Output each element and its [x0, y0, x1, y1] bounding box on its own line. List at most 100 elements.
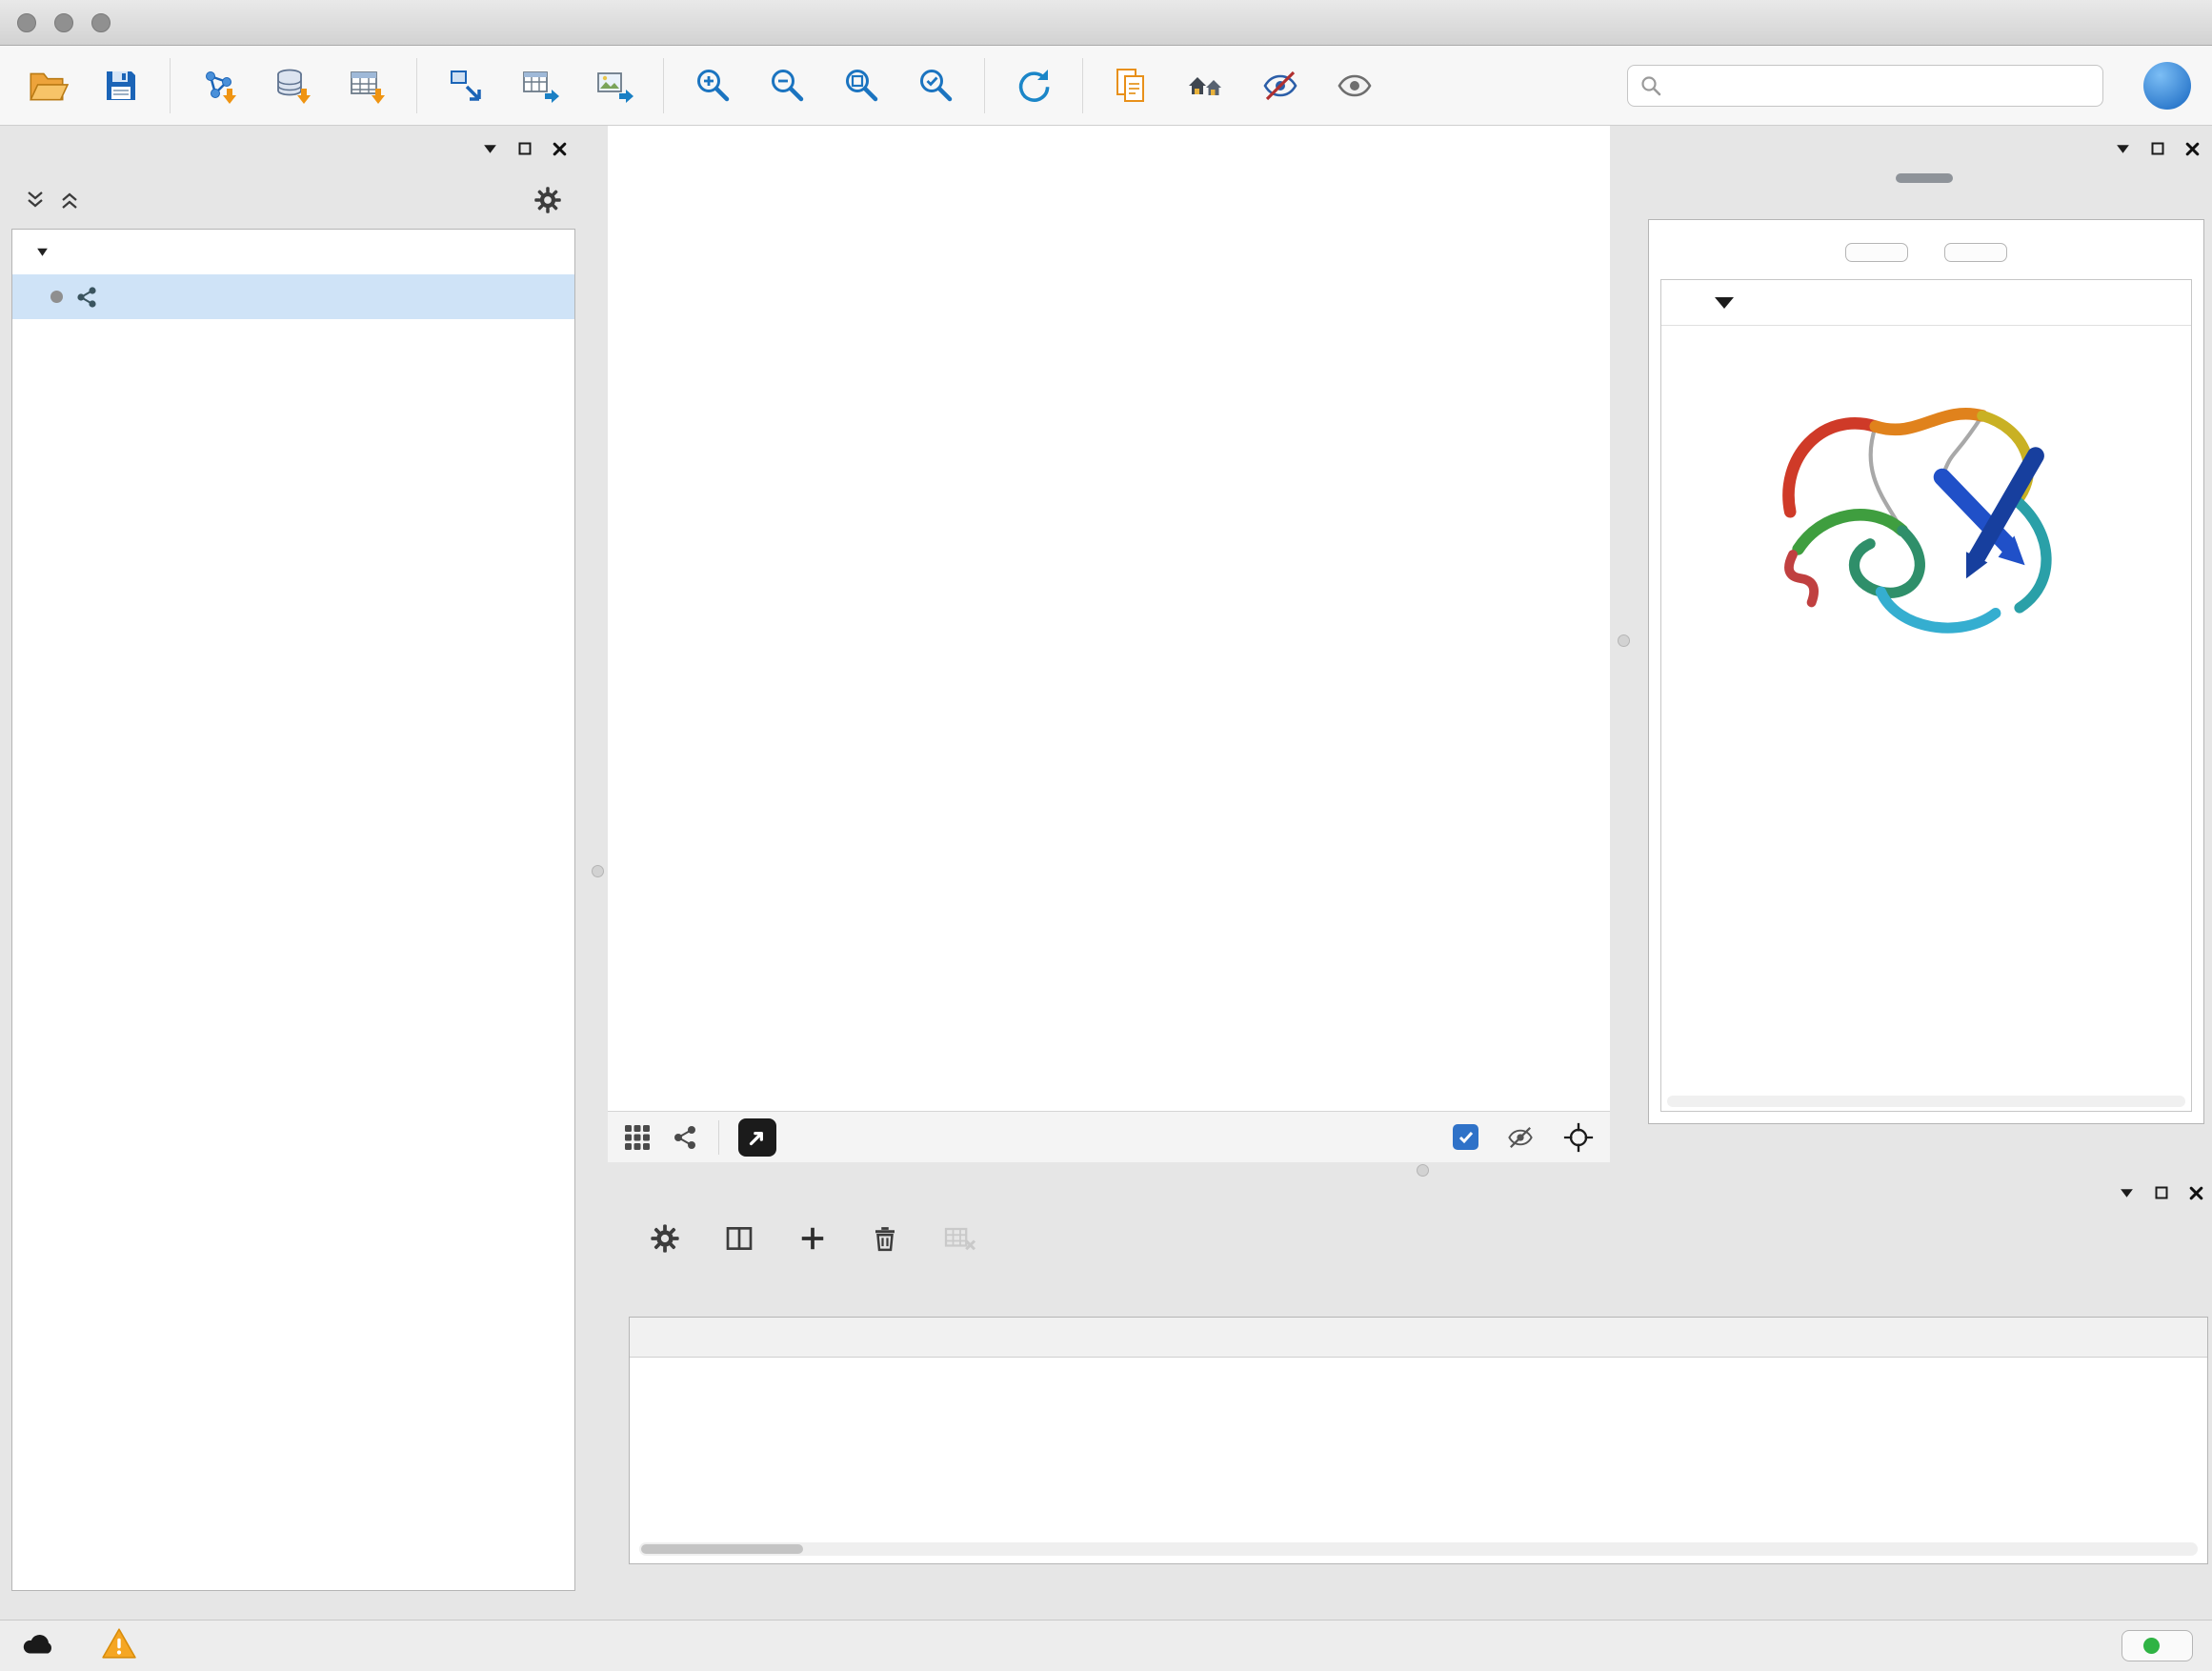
collapse-panel-icon[interactable] — [482, 141, 498, 157]
gene-description — [1661, 326, 2191, 341]
network-row-selected[interactable] — [12, 274, 574, 319]
save-session-button[interactable] — [95, 58, 147, 113]
expand-all-networks-icon[interactable] — [59, 190, 80, 215]
fit-move-button[interactable] — [1562, 1121, 1595, 1154]
open-session-button[interactable] — [21, 58, 72, 113]
protein-structure-image — [1749, 354, 2103, 674]
export-table-icon — [519, 65, 561, 107]
save-icon — [100, 65, 142, 107]
export-network-button[interactable] — [440, 58, 492, 113]
minimize-window-button[interactable] — [54, 13, 73, 32]
delete-column-icon[interactable] — [871, 1224, 899, 1253]
close-panel-icon[interactable] — [2184, 141, 2201, 157]
memory-button[interactable] — [2122, 1630, 2193, 1661]
table-settings-gear-icon[interactable] — [650, 1223, 680, 1254]
string-results-box — [1648, 219, 2204, 1124]
selection-checkbox[interactable] — [1453, 1124, 1478, 1150]
float-panel-icon[interactable] — [2150, 141, 2165, 156]
export-table-button[interactable] — [514, 58, 566, 113]
network-overview-button[interactable] — [671, 1123, 699, 1152]
search-box[interactable] — [1627, 65, 2103, 107]
collapse-panel-icon[interactable] — [2115, 141, 2131, 157]
glasses-off-icon — [1259, 65, 1301, 107]
refresh-icon — [1013, 65, 1055, 107]
current-network-bullet-icon — [50, 291, 63, 303]
collapse-all-networks-icon[interactable] — [25, 190, 46, 215]
close-panel-icon[interactable] — [2188, 1185, 2204, 1201]
tree-caret-icon — [35, 245, 50, 259]
memory-status-dot — [2143, 1638, 2160, 1654]
import-network-icon — [198, 65, 240, 107]
import-network-from-database-button[interactable] — [268, 58, 319, 113]
open-folder-icon — [25, 64, 69, 108]
network-canvas[interactable] — [608, 126, 1610, 1111]
results-panel — [1640, 131, 2208, 1124]
table-panel — [608, 1174, 2212, 1620]
search-input[interactable] — [1672, 74, 2091, 96]
application-window — [0, 0, 2212, 1671]
zoom-fit-button[interactable] — [835, 58, 887, 113]
copy-document-icon — [1111, 65, 1153, 107]
zoom-window-button[interactable] — [91, 13, 111, 32]
collapse-all-button[interactable] — [1944, 243, 2007, 262]
card-scrollbar[interactable] — [1667, 1096, 2185, 1107]
float-panel-icon[interactable] — [2154, 1185, 2169, 1200]
table-panel-header — [608, 1174, 2212, 1212]
network-collection-row[interactable] — [12, 230, 574, 274]
table-toolbar — [608, 1212, 2212, 1265]
toolbar-separator — [170, 58, 171, 113]
control-panel — [11, 131, 575, 1591]
node-details-header[interactable] — [1661, 280, 2191, 326]
results-panel-header — [1640, 131, 2208, 166]
refresh-button[interactable] — [1008, 58, 1059, 113]
statusbar-separator — [718, 1120, 719, 1155]
export-network-icon — [445, 65, 487, 107]
string-home-button[interactable] — [1180, 58, 1232, 113]
import-network-button[interactable] — [193, 58, 245, 113]
cloud-icon[interactable] — [19, 1629, 59, 1662]
glass-effect-off-button[interactable] — [1255, 58, 1306, 113]
network-tree — [11, 229, 575, 1591]
eye-icon — [1334, 65, 1376, 107]
zoom-selected-icon — [915, 65, 956, 107]
zoom-out-icon — [766, 65, 808, 107]
help-button[interactable] — [2143, 62, 2191, 110]
table-horizontal-scrollbar[interactable] — [639, 1542, 2198, 1556]
network-selection-row — [11, 179, 575, 225]
warning-icon[interactable] — [101, 1627, 137, 1664]
close-panel-icon[interactable] — [552, 141, 568, 157]
title-bar — [0, 0, 2212, 46]
network-graph — [608, 126, 1610, 1111]
database-import-icon — [272, 65, 314, 107]
zoom-in-button[interactable] — [687, 58, 738, 113]
scrollbar-thumb[interactable] — [641, 1544, 803, 1554]
zoom-out-button[interactable] — [761, 58, 813, 113]
export-image-button[interactable] — [589, 58, 640, 113]
delete-table-icon-disabled — [943, 1224, 977, 1253]
glass-effect-on-button[interactable] — [1329, 58, 1380, 113]
expand-collapse-row — [1660, 232, 2192, 279]
toolbar-separator — [416, 58, 417, 113]
float-panel-icon[interactable] — [517, 141, 533, 156]
houses-icon — [1185, 65, 1227, 107]
control-panel-header — [11, 131, 575, 166]
search-icon — [1639, 74, 1662, 97]
splitter-handle[interactable] — [592, 865, 604, 877]
import-table-button[interactable] — [342, 58, 393, 113]
open-in-new-window-button[interactable] — [738, 1118, 776, 1157]
network-options-gear-icon[interactable] — [533, 186, 562, 219]
add-column-icon[interactable] — [798, 1224, 827, 1253]
table-row[interactable] — [630, 1358, 2207, 1398]
export-image-icon — [593, 65, 635, 107]
copy-document-button[interactable] — [1106, 58, 1157, 113]
node-table — [629, 1317, 2208, 1564]
birds-eye-view-button[interactable] — [623, 1123, 652, 1152]
zoom-selected-button[interactable] — [910, 58, 961, 113]
close-window-button[interactable] — [17, 13, 36, 32]
splitter-handle[interactable] — [1618, 634, 1630, 647]
expand-all-button[interactable] — [1845, 243, 1908, 262]
show-columns-icon[interactable] — [724, 1223, 754, 1254]
tab-string[interactable] — [1896, 173, 1953, 183]
table-header-row — [630, 1318, 2207, 1358]
collapse-panel-icon[interactable] — [2119, 1185, 2135, 1201]
